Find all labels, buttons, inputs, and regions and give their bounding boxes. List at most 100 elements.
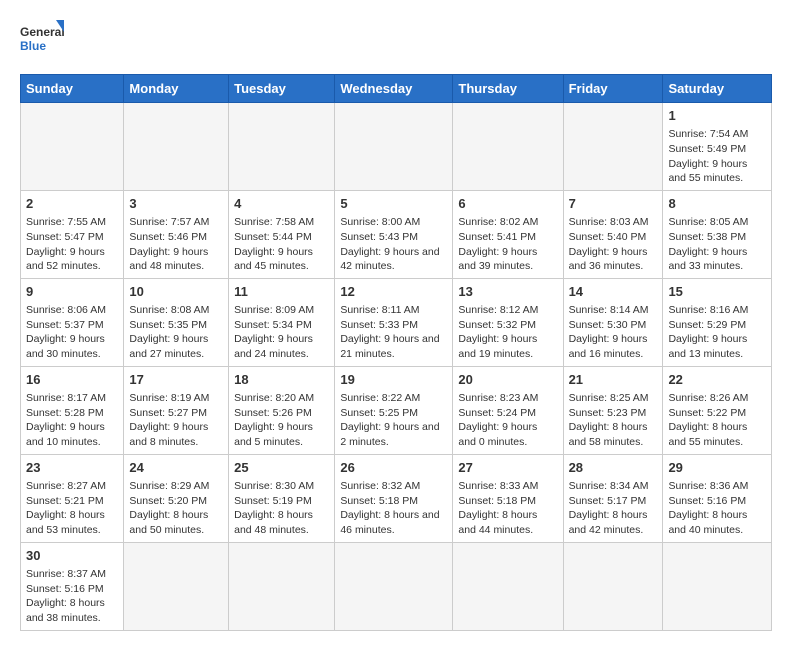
day-number: 16 xyxy=(26,371,118,389)
calendar-cell: 28 Sunrise: 8:34 AM Sunset: 5:17 PM Dayli… xyxy=(563,454,663,542)
calendar-cell xyxy=(229,542,335,630)
calendar-cell: 2 Sunrise: 7:55 AM Sunset: 5:47 PM Daylig… xyxy=(21,190,124,278)
calendar-cell: 9Sunrise: 8:06 AM Sunset: 5:37 PM Daylig… xyxy=(21,278,124,366)
day-info: Sunrise: 8:29 AM Sunset: 5:20 PM Dayligh… xyxy=(129,479,223,538)
day-header-thursday: Thursday xyxy=(453,75,563,103)
day-info: Sunrise: 8:05 AM Sunset: 5:38 PM Dayligh… xyxy=(668,215,766,274)
day-info: Sunrise: 8:14 AM Sunset: 5:30 PM Dayligh… xyxy=(569,303,658,362)
calendar-week-row: 2 Sunrise: 7:55 AM Sunset: 5:47 PM Daylig… xyxy=(21,190,772,278)
day-info: Sunrise: 8:34 AM Sunset: 5:17 PM Dayligh… xyxy=(569,479,658,538)
day-info: Sunrise: 7:54 AM Sunset: 5:49 PM Dayligh… xyxy=(668,127,766,186)
calendar-cell: 3 Sunrise: 7:57 AM Sunset: 5:46 PM Daylig… xyxy=(124,190,229,278)
calendar-cell xyxy=(335,103,453,191)
calendar-cell: 30 Sunrise: 8:37 AM Sunset: 5:16 PM Dayli… xyxy=(21,542,124,630)
day-info: Sunrise: 8:30 AM Sunset: 5:19 PM Dayligh… xyxy=(234,479,329,538)
calendar-cell xyxy=(335,542,453,630)
calendar-cell: 19 Sunrise: 8:22 AM Sunset: 5:25 PM Dayli… xyxy=(335,366,453,454)
calendar-week-row: 1 Sunrise: 7:54 AM Sunset: 5:49 PM Daylig… xyxy=(21,103,772,191)
calendar-table: SundayMondayTuesdayWednesdayThursdayFrid… xyxy=(20,74,772,631)
day-number: 9 xyxy=(26,283,118,301)
day-info: Sunrise: 8:22 AM Sunset: 5:25 PM Dayligh… xyxy=(340,391,447,450)
day-number: 13 xyxy=(458,283,557,301)
day-number: 10 xyxy=(129,283,223,301)
calendar-week-row: 16 Sunrise: 8:17 AM Sunset: 5:28 PM Dayli… xyxy=(21,366,772,454)
day-number: 27 xyxy=(458,459,557,477)
day-info: Sunrise: 7:58 AM Sunset: 5:44 PM Dayligh… xyxy=(234,215,329,274)
day-number: 22 xyxy=(668,371,766,389)
day-info: Sunrise: 8:33 AM Sunset: 5:18 PM Dayligh… xyxy=(458,479,557,538)
day-number: 11 xyxy=(234,283,329,301)
day-number: 29 xyxy=(668,459,766,477)
day-number: 18 xyxy=(234,371,329,389)
calendar-cell: 21 Sunrise: 8:25 AM Sunset: 5:23 PM Dayli… xyxy=(563,366,663,454)
day-number: 3 xyxy=(129,195,223,213)
day-number: 30 xyxy=(26,547,118,565)
day-info: Sunrise: 8:00 AM Sunset: 5:43 PM Dayligh… xyxy=(340,215,447,274)
calendar-cell xyxy=(124,542,229,630)
calendar-cell: 5Sunrise: 8:00 AM Sunset: 5:43 PM Daylig… xyxy=(335,190,453,278)
day-info: Sunrise: 8:16 AM Sunset: 5:29 PM Dayligh… xyxy=(668,303,766,362)
calendar-cell: 8Sunrise: 8:05 AM Sunset: 5:38 PM Daylig… xyxy=(663,190,772,278)
calendar-cell: 20Sunrise: 8:23 AM Sunset: 5:24 PM Dayli… xyxy=(453,366,563,454)
logo: General Blue xyxy=(20,20,64,64)
calendar-cell: 4 Sunrise: 7:58 AM Sunset: 5:44 PM Daylig… xyxy=(229,190,335,278)
calendar-cell: 6 Sunrise: 8:02 AM Sunset: 5:41 PM Daylig… xyxy=(453,190,563,278)
calendar-cell: 13 Sunrise: 8:12 AM Sunset: 5:32 PM Dayli… xyxy=(453,278,563,366)
calendar-cell: 25 Sunrise: 8:30 AM Sunset: 5:19 PM Dayli… xyxy=(229,454,335,542)
day-info: Sunrise: 8:19 AM Sunset: 5:27 PM Dayligh… xyxy=(129,391,223,450)
calendar-week-row: 23Sunrise: 8:27 AM Sunset: 5:21 PM Dayli… xyxy=(21,454,772,542)
day-number: 28 xyxy=(569,459,658,477)
day-number: 6 xyxy=(458,195,557,213)
day-info: Sunrise: 8:08 AM Sunset: 5:35 PM Dayligh… xyxy=(129,303,223,362)
calendar-cell: 11 Sunrise: 8:09 AM Sunset: 5:34 PM Dayli… xyxy=(229,278,335,366)
day-number: 19 xyxy=(340,371,447,389)
calendar-cell xyxy=(663,542,772,630)
day-info: Sunrise: 8:03 AM Sunset: 5:40 PM Dayligh… xyxy=(569,215,658,274)
calendar-cell xyxy=(21,103,124,191)
calendar-cell: 16 Sunrise: 8:17 AM Sunset: 5:28 PM Dayli… xyxy=(21,366,124,454)
calendar-cell: 26Sunrise: 8:32 AM Sunset: 5:18 PM Dayli… xyxy=(335,454,453,542)
day-info: Sunrise: 7:57 AM Sunset: 5:46 PM Dayligh… xyxy=(129,215,223,274)
day-info: Sunrise: 8:23 AM Sunset: 5:24 PM Dayligh… xyxy=(458,391,557,450)
calendar-cell: 14 Sunrise: 8:14 AM Sunset: 5:30 PM Dayli… xyxy=(563,278,663,366)
day-number: 2 xyxy=(26,195,118,213)
calendar-cell: 18 Sunrise: 8:20 AM Sunset: 5:26 PM Dayli… xyxy=(229,366,335,454)
day-info: Sunrise: 8:02 AM Sunset: 5:41 PM Dayligh… xyxy=(458,215,557,274)
day-info: Sunrise: 8:26 AM Sunset: 5:22 PM Dayligh… xyxy=(668,391,766,450)
day-info: Sunrise: 8:17 AM Sunset: 5:28 PM Dayligh… xyxy=(26,391,118,450)
calendar-cell: 17Sunrise: 8:19 AM Sunset: 5:27 PM Dayli… xyxy=(124,366,229,454)
day-header-friday: Friday xyxy=(563,75,663,103)
calendar-cell xyxy=(453,103,563,191)
day-number: 7 xyxy=(569,195,658,213)
day-header-wednesday: Wednesday xyxy=(335,75,453,103)
day-header-tuesday: Tuesday xyxy=(229,75,335,103)
calendar-cell xyxy=(124,103,229,191)
day-number: 25 xyxy=(234,459,329,477)
day-number: 23 xyxy=(26,459,118,477)
day-number: 26 xyxy=(340,459,447,477)
svg-text:Blue: Blue xyxy=(20,39,46,53)
day-number: 4 xyxy=(234,195,329,213)
day-info: Sunrise: 7:55 AM Sunset: 5:47 PM Dayligh… xyxy=(26,215,118,274)
day-info: Sunrise: 8:11 AM Sunset: 5:33 PM Dayligh… xyxy=(340,303,447,362)
page-header: General Blue xyxy=(20,20,772,64)
calendar-cell xyxy=(563,103,663,191)
calendar-cell xyxy=(563,542,663,630)
day-number: 24 xyxy=(129,459,223,477)
calendar-cell: 1 Sunrise: 7:54 AM Sunset: 5:49 PM Daylig… xyxy=(663,103,772,191)
calendar-cell: 29Sunrise: 8:36 AM Sunset: 5:16 PM Dayli… xyxy=(663,454,772,542)
calendar-cell: 10 Sunrise: 8:08 AM Sunset: 5:35 PM Dayli… xyxy=(124,278,229,366)
calendar-cell: 27 Sunrise: 8:33 AM Sunset: 5:18 PM Dayli… xyxy=(453,454,563,542)
day-info: Sunrise: 8:25 AM Sunset: 5:23 PM Dayligh… xyxy=(569,391,658,450)
svg-text:General: General xyxy=(20,25,64,39)
day-info: Sunrise: 8:09 AM Sunset: 5:34 PM Dayligh… xyxy=(234,303,329,362)
calendar-week-row: 9Sunrise: 8:06 AM Sunset: 5:37 PM Daylig… xyxy=(21,278,772,366)
day-info: Sunrise: 8:12 AM Sunset: 5:32 PM Dayligh… xyxy=(458,303,557,362)
day-info: Sunrise: 8:20 AM Sunset: 5:26 PM Dayligh… xyxy=(234,391,329,450)
day-number: 12 xyxy=(340,283,447,301)
day-number: 14 xyxy=(569,283,658,301)
day-info: Sunrise: 8:37 AM Sunset: 5:16 PM Dayligh… xyxy=(26,567,118,626)
day-number: 1 xyxy=(668,107,766,125)
calendar-cell xyxy=(229,103,335,191)
day-number: 21 xyxy=(569,371,658,389)
